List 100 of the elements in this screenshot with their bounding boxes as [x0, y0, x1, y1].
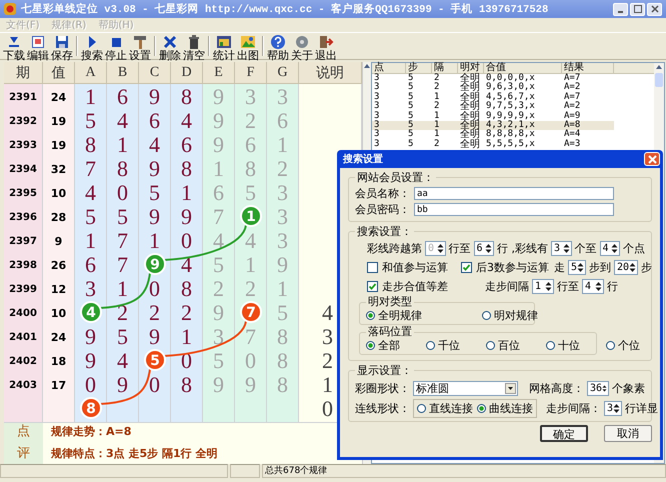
minimize-button[interactable]	[613, 2, 628, 16]
spin-arrows-icon	[613, 402, 620, 414]
dialog-button[interactable]: 确定	[540, 425, 588, 442]
radio-button[interactable]: 百位	[486, 338, 520, 353]
check-icon	[462, 263, 471, 272]
radio-button[interactable]: 全部	[366, 338, 400, 353]
column-header: D	[171, 62, 203, 84]
disc-icon	[294, 34, 310, 50]
list-cell-text: 3	[373, 112, 380, 121]
number-spinner[interactable]: 6	[474, 241, 494, 256]
toolbar-button[interactable]: 保存	[50, 34, 74, 58]
table-cell	[4, 396, 43, 423]
column-header: A	[75, 62, 107, 84]
hammer-icon	[132, 34, 148, 50]
toolbar-button[interactable]: 停止	[104, 34, 128, 58]
floppy-icon	[54, 34, 70, 50]
radio-button[interactable]: 十位	[546, 338, 580, 353]
list-cell-text: 4,5,6,7,x	[485, 92, 536, 102]
toolbar-button[interactable]: 删除	[158, 34, 182, 58]
checkbox[interactable]: 和值参与运算	[367, 260, 448, 275]
list-row[interactable]: 3 5 1 全明 8,8,8,8,x A=4	[372, 130, 614, 140]
maximize-button[interactable]	[630, 2, 645, 16]
number-spinner[interactable]: 20	[614, 260, 638, 275]
number-spinner[interactable]: 5	[568, 260, 586, 275]
list-cell-text: 5	[407, 140, 414, 150]
text-field[interactable]: aa	[414, 187, 614, 200]
checkbox[interactable]: 走步合值等差	[367, 279, 448, 294]
toolbar-button[interactable]: 退出	[314, 34, 338, 58]
list-cell-text: 3	[373, 83, 380, 92]
field-label: 走步间隔：	[546, 400, 601, 416]
close-icon	[650, 5, 658, 13]
radio-button[interactable]: 全明规律	[366, 308, 422, 323]
spin-arrows-icon	[562, 243, 570, 254]
app-icon	[3, 2, 17, 16]
toolbar-button[interactable]: 帮助	[266, 34, 290, 58]
checkbox[interactable]: 后3数参与运算	[461, 260, 549, 275]
list-cell-text: A=3	[563, 140, 582, 150]
scroll-thumb[interactable]	[655, 73, 663, 87]
column-header[interactable]: 步	[406, 63, 432, 73]
image-icon	[240, 34, 256, 50]
number-spinner[interactable]: 36	[587, 380, 609, 396]
list-row[interactable]: 3 5 1 全明 4,5,6,7,x A=7	[372, 92, 614, 102]
dialog-title: 搜索设置	[343, 152, 383, 166]
spin-arrows-icon	[545, 281, 552, 292]
toolbar-button[interactable]: 搜索	[80, 34, 104, 58]
row-label: 点	[17, 423, 30, 440]
radio-button[interactable]: 个位	[606, 338, 640, 353]
number-spinner[interactable]: 4	[600, 241, 620, 256]
row-label: 评	[17, 445, 30, 462]
list-row[interactable]: 3 5 2 全明 9,6,3,0,x A=2	[372, 83, 614, 93]
toolbar-button[interactable]: 出图	[236, 34, 260, 58]
radio-button[interactable]: 曲线连接	[477, 400, 533, 416]
list-row[interactable]: 3 5 1 全明 9,9,9,9,x A=9	[372, 112, 614, 121]
list-cell-text: 1	[433, 92, 440, 102]
group-label: 搜索设置：	[356, 224, 413, 239]
list-cell-text: A=9	[563, 112, 582, 121]
dialog-button[interactable]: 取消	[604, 425, 652, 442]
list-row[interactable]: 3 5 1 全明 4,3,2,1,x A=8	[372, 120, 614, 130]
radio-button[interactable]: 千位	[426, 338, 460, 353]
list-cell-text: 3	[373, 92, 380, 102]
number-spinner[interactable]: 4	[582, 279, 604, 294]
list-row[interactable]: 3 5 2 全明 0,0,0,0,x A=7	[372, 74, 614, 84]
number-spinner[interactable]: 3	[604, 400, 622, 416]
column-header[interactable]: 隔	[432, 63, 458, 73]
list-cell-text: 3	[373, 130, 380, 140]
column-header[interactable]: 明对	[458, 63, 484, 73]
list-cell-text: 5	[407, 112, 414, 121]
column-header[interactable]: 点	[372, 63, 406, 73]
table-cell	[171, 396, 203, 423]
close-button[interactable]	[644, 152, 660, 166]
toolbar-button[interactable]: 统计	[212, 34, 236, 58]
close-button[interactable]	[647, 2, 662, 16]
list-cell-text: 9,9,9,9,x	[485, 112, 536, 121]
list-cell-text: 3	[373, 102, 380, 112]
column-header: B	[107, 62, 139, 84]
text-field[interactable]: bb	[414, 203, 614, 216]
list-cell-text: 全明	[459, 120, 481, 130]
toolbar-button[interactable]: 设置	[128, 34, 152, 58]
list-cell-text: 3	[373, 140, 380, 150]
radio-button[interactable]: 明对规律	[482, 308, 538, 323]
list-row[interactable]: 3 5 2 全明 5,5,5,5,x A=3	[372, 140, 614, 150]
radio-button[interactable]: 直线连接	[417, 400, 473, 416]
cross-icon	[162, 34, 178, 50]
toolbar-button[interactable]: 关于	[290, 34, 314, 58]
number-spinner[interactable]: 1	[532, 279, 554, 294]
dropdown[interactable]: 标准圆	[413, 380, 518, 396]
number-spinner[interactable]: 3	[551, 241, 572, 256]
list-cell-text: A=8	[563, 120, 582, 130]
list-cell-text: 5	[407, 92, 414, 102]
column-header: E	[203, 62, 235, 84]
toolbar-button[interactable]: 下载	[2, 34, 26, 58]
list-cell-text: 5	[407, 102, 414, 112]
toolbar-button[interactable]: 编辑	[26, 34, 50, 58]
field-label: 步到	[589, 260, 612, 275]
column-header[interactable]: 结果	[562, 63, 614, 73]
list-cell-text: A=4	[563, 130, 582, 140]
list-row[interactable]: 3 5 2 全明 9,7,5,3,x A=2	[372, 102, 614, 112]
list-cell-text: 3	[373, 120, 380, 130]
toolbar-button[interactable]: 清空	[182, 34, 206, 58]
field-label: 走	[554, 260, 565, 275]
